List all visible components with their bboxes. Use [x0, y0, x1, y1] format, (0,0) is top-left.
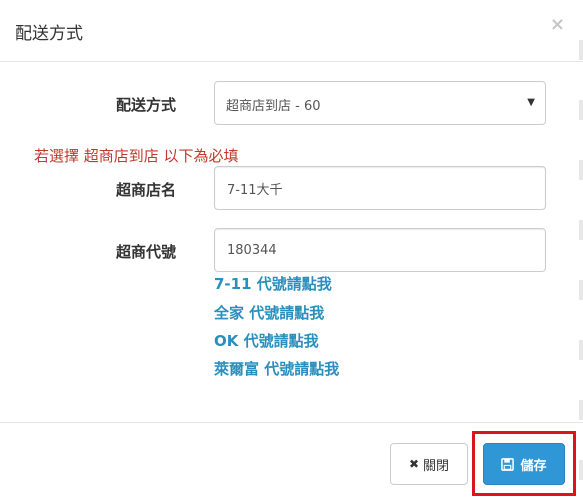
- store-name-input[interactable]: [214, 166, 546, 210]
- close-x-icon: ✖: [408, 457, 420, 471]
- shipping-modal: 配送方式 × 配送方式 超商店到店 - 60 ▼ 若選擇 超商店到店 以下為必填…: [0, 0, 583, 503]
- link-711-label: 代號請點我: [251, 275, 332, 293]
- modal-header: 配送方式 ×: [0, 0, 583, 62]
- link-ok-label: 代號請點我: [238, 332, 319, 350]
- shipping-method-label: 配送方式: [115, 96, 176, 114]
- link-familymart-code[interactable]: 全家 代號請點我: [214, 302, 324, 323]
- link-ok-prefix: OK: [214, 332, 239, 350]
- link-familymart-prefix: 全家: [214, 304, 245, 322]
- shipping-method-select[interactable]: 超商店到店 - 60 ▼: [214, 81, 546, 125]
- required-warning: 若選擇 超商店到店 以下為必填: [34, 147, 239, 165]
- link-hilife-code[interactable]: 萊爾富 代號請點我: [214, 358, 339, 379]
- store-code-input[interactable]: [214, 228, 546, 272]
- floppy-disk-icon: [501, 457, 515, 471]
- shipping-method-selected-value: 超商店到店 - 60: [226, 99, 321, 114]
- save-button[interactable]: 儲存: [483, 443, 565, 485]
- save-button-label: 儲存: [520, 458, 547, 474]
- link-711-prefix: 7-11: [214, 275, 252, 293]
- store-code-label: 超商代號: [115, 243, 176, 261]
- link-hilife-label: 代號請點我: [259, 360, 340, 378]
- chevron-down-icon: ▼: [527, 97, 535, 108]
- close-button-label: 關閉: [423, 458, 450, 474]
- link-familymart-label: 代號請點我: [244, 304, 325, 322]
- link-ok-code[interactable]: OK 代號請點我: [214, 330, 319, 351]
- store-name-label: 超商店名: [115, 181, 176, 199]
- modal-title: 配送方式: [15, 24, 83, 44]
- link-711-code[interactable]: 7-11 代號請點我: [214, 273, 332, 294]
- close-button[interactable]: ✖ 關閉: [390, 443, 468, 485]
- close-icon[interactable]: ×: [550, 14, 565, 35]
- link-hilife-prefix: 萊爾富: [214, 360, 260, 378]
